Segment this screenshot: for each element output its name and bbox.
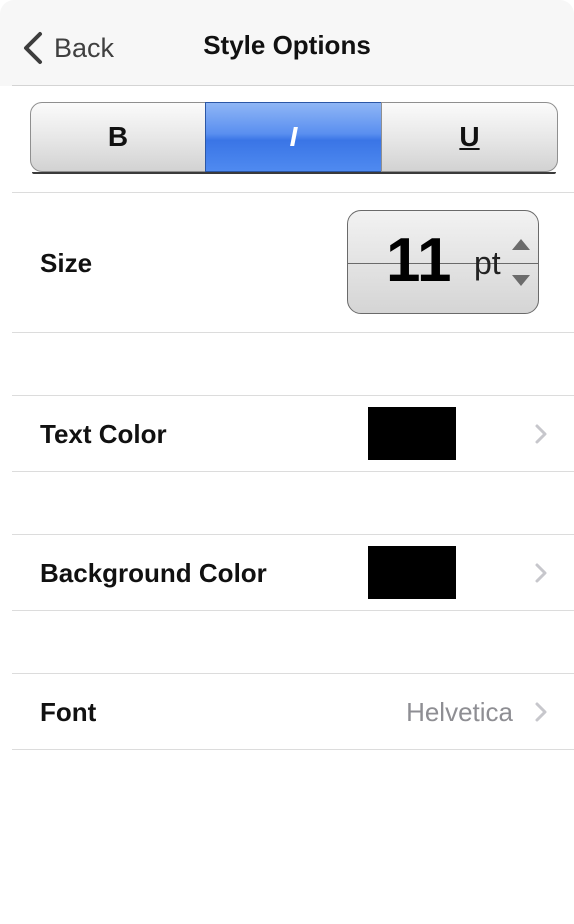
navbar-divider [12, 85, 574, 86]
decrement-arrow-icon[interactable] [512, 275, 530, 286]
separator [12, 192, 574, 193]
chevron-right-icon [535, 563, 547, 583]
chevron-right-icon [535, 702, 547, 722]
size-value: 11 [386, 226, 452, 295]
style-options-screen: Back Style Options B I U Size 11 pt Text… [0, 0, 574, 924]
size-unit: pt [474, 245, 501, 281]
increment-arrow-icon[interactable] [512, 239, 530, 250]
separator [12, 332, 574, 333]
navigation-bar: Back Style Options [0, 0, 574, 86]
chevron-right-icon [535, 424, 547, 444]
bold-button[interactable]: B [30, 102, 206, 172]
page-title: Style Options [203, 30, 371, 60]
separator [12, 610, 574, 611]
segmented-control-shadow [32, 172, 556, 174]
text-color-swatch [368, 407, 456, 460]
underline-button[interactable]: U [381, 102, 558, 172]
separator [12, 749, 574, 750]
separator [12, 673, 574, 674]
text-color-label: Text Color [40, 419, 167, 449]
background-color-label: Background Color [40, 558, 267, 588]
font-label: Font [40, 697, 97, 727]
background-color-swatch [368, 546, 456, 599]
size-stepper[interactable]: 11 pt [347, 210, 539, 314]
italic-button[interactable]: I [205, 102, 382, 172]
separator [12, 471, 574, 472]
separator [12, 534, 574, 535]
text-style-segmented-control: B I U [30, 102, 558, 174]
separator [12, 395, 574, 396]
size-label: Size [40, 248, 93, 278]
font-value: Helvetica [406, 697, 513, 727]
